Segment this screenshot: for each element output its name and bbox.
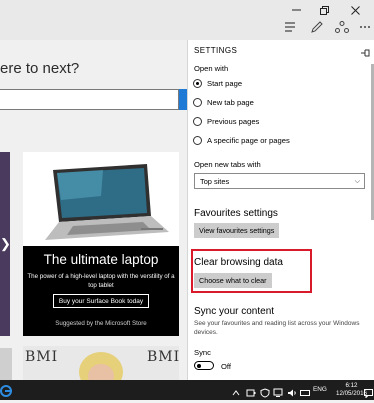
- share-button[interactable]: [335, 20, 355, 34]
- sync-description: See your favourites and reading list acr…: [194, 320, 360, 336]
- clock[interactable]: 6:12 12/05/2016: [336, 382, 367, 398]
- browser-title-bar: [0, 0, 374, 40]
- restore-icon: [319, 5, 329, 15]
- sync-heading: Sync your content: [194, 306, 275, 317]
- open-with-label: Open with: [194, 64, 229, 73]
- news-thumbnail[interactable]: BMI BMI: [23, 346, 179, 380]
- radio-button[interactable]: [193, 135, 202, 145]
- news-thumbnail[interactable]: [0, 348, 12, 380]
- settings-pane: SETTINGS Open with Start page New tab pa…: [187, 40, 374, 380]
- pane-title: SETTINGS: [194, 46, 238, 55]
- pin-icon: [361, 49, 370, 57]
- defender-tray-button[interactable]: [260, 385, 270, 398]
- radio-button[interactable]: [193, 97, 202, 107]
- pen-icon: [311, 21, 323, 33]
- chevron-up-icon: [232, 390, 240, 396]
- chevron-right-icon[interactable]: ❯: [0, 236, 11, 252]
- network-icon: [273, 388, 283, 397]
- clock-time: 6:12: [345, 382, 358, 389]
- page-headline: ere to next?: [0, 60, 80, 77]
- favourites-heading: Favourites settings: [194, 208, 278, 219]
- ad-footer: Suggested by the Microsoft Store: [55, 320, 147, 327]
- dropdown-value: Top sites: [200, 177, 230, 186]
- radio-label: Start page: [207, 78, 243, 88]
- new-tabs-dropdown[interactable]: Top sites ⌵: [194, 173, 365, 189]
- action-center-button[interactable]: [364, 385, 373, 399]
- radio-button[interactable]: [193, 116, 202, 126]
- taskbar: ENG 6:12 12/05/2016: [0, 380, 374, 400]
- sync-label: Sync: [194, 348, 211, 357]
- tray-up-button[interactable]: [231, 385, 241, 396]
- hub-icon: [285, 22, 295, 32]
- web-note-button[interactable]: [310, 20, 330, 34]
- view-favourites-button[interactable]: View favourites settings: [194, 223, 280, 238]
- minimize-button[interactable]: [282, 0, 310, 20]
- radio-label: Previous pages: [207, 116, 260, 126]
- pin-pane-button[interactable]: [360, 45, 370, 57]
- chevron-down-icon: ⌵: [354, 178, 360, 185]
- language-indicator[interactable]: ENG: [313, 386, 327, 393]
- person-photo: [79, 352, 123, 380]
- volume-tray-button[interactable]: [287, 385, 297, 397]
- edge-taskbar-button[interactable]: [0, 384, 12, 397]
- open-new-tabs-label: Open new tabs with: [194, 160, 261, 169]
- ad-subtitle: The power of a high-level laptop with th…: [27, 273, 175, 289]
- keyboard-tray-button[interactable]: [300, 385, 310, 396]
- close-icon: [350, 5, 360, 15]
- sync-state: Off: [221, 362, 231, 371]
- radio-button[interactable]: [193, 78, 202, 88]
- shield-icon: [260, 388, 270, 398]
- more-button[interactable]: [358, 20, 374, 34]
- restore-button[interactable]: [310, 0, 338, 20]
- thumbnail-text: BMI: [25, 349, 59, 365]
- laptop-image: [23, 152, 179, 246]
- sync-toggle[interactable]: [194, 361, 214, 370]
- edge-icon: [0, 385, 12, 397]
- network-tray-button[interactable]: [273, 385, 283, 397]
- radio-label: New tab page: [207, 97, 254, 107]
- share-icon: [335, 21, 349, 33]
- choose-what-to-clear-button[interactable]: Choose what to clear: [194, 273, 272, 288]
- clock-date: 12/05/2016: [336, 390, 367, 397]
- keyboard-icon: [300, 390, 310, 396]
- close-window-button[interactable]: [341, 0, 369, 20]
- radio-specific-pages[interactable]: A specific page or pages: [193, 134, 290, 146]
- clear-data-heading: Clear browsing data: [194, 257, 283, 268]
- hub-button[interactable]: [283, 20, 303, 34]
- start-page: ere to next? ❯ The ultimate laptop The p…: [0, 40, 188, 380]
- more-icon: [360, 26, 370, 28]
- radio-new-tab-page[interactable]: New tab page: [193, 96, 254, 108]
- ad-title: The ultimate laptop: [43, 252, 159, 267]
- search-input[interactable]: [0, 89, 179, 110]
- battery-tray-button[interactable]: [246, 385, 256, 397]
- minimize-icon: [291, 9, 301, 11]
- buy-surface-button[interactable]: Buy your Surface Book today: [53, 294, 149, 308]
- radio-label: A specific page or pages: [207, 135, 290, 145]
- battery-icon: [246, 389, 256, 397]
- speaker-icon: [288, 389, 296, 397]
- surface-book-ad[interactable]: The ultimate laptop The power of a high-…: [23, 152, 179, 336]
- radio-previous-pages[interactable]: Previous pages: [193, 115, 259, 127]
- thumbnail-text: BMI: [147, 349, 179, 365]
- notification-icon: [364, 389, 373, 399]
- radio-start-page[interactable]: Start page: [193, 77, 242, 89]
